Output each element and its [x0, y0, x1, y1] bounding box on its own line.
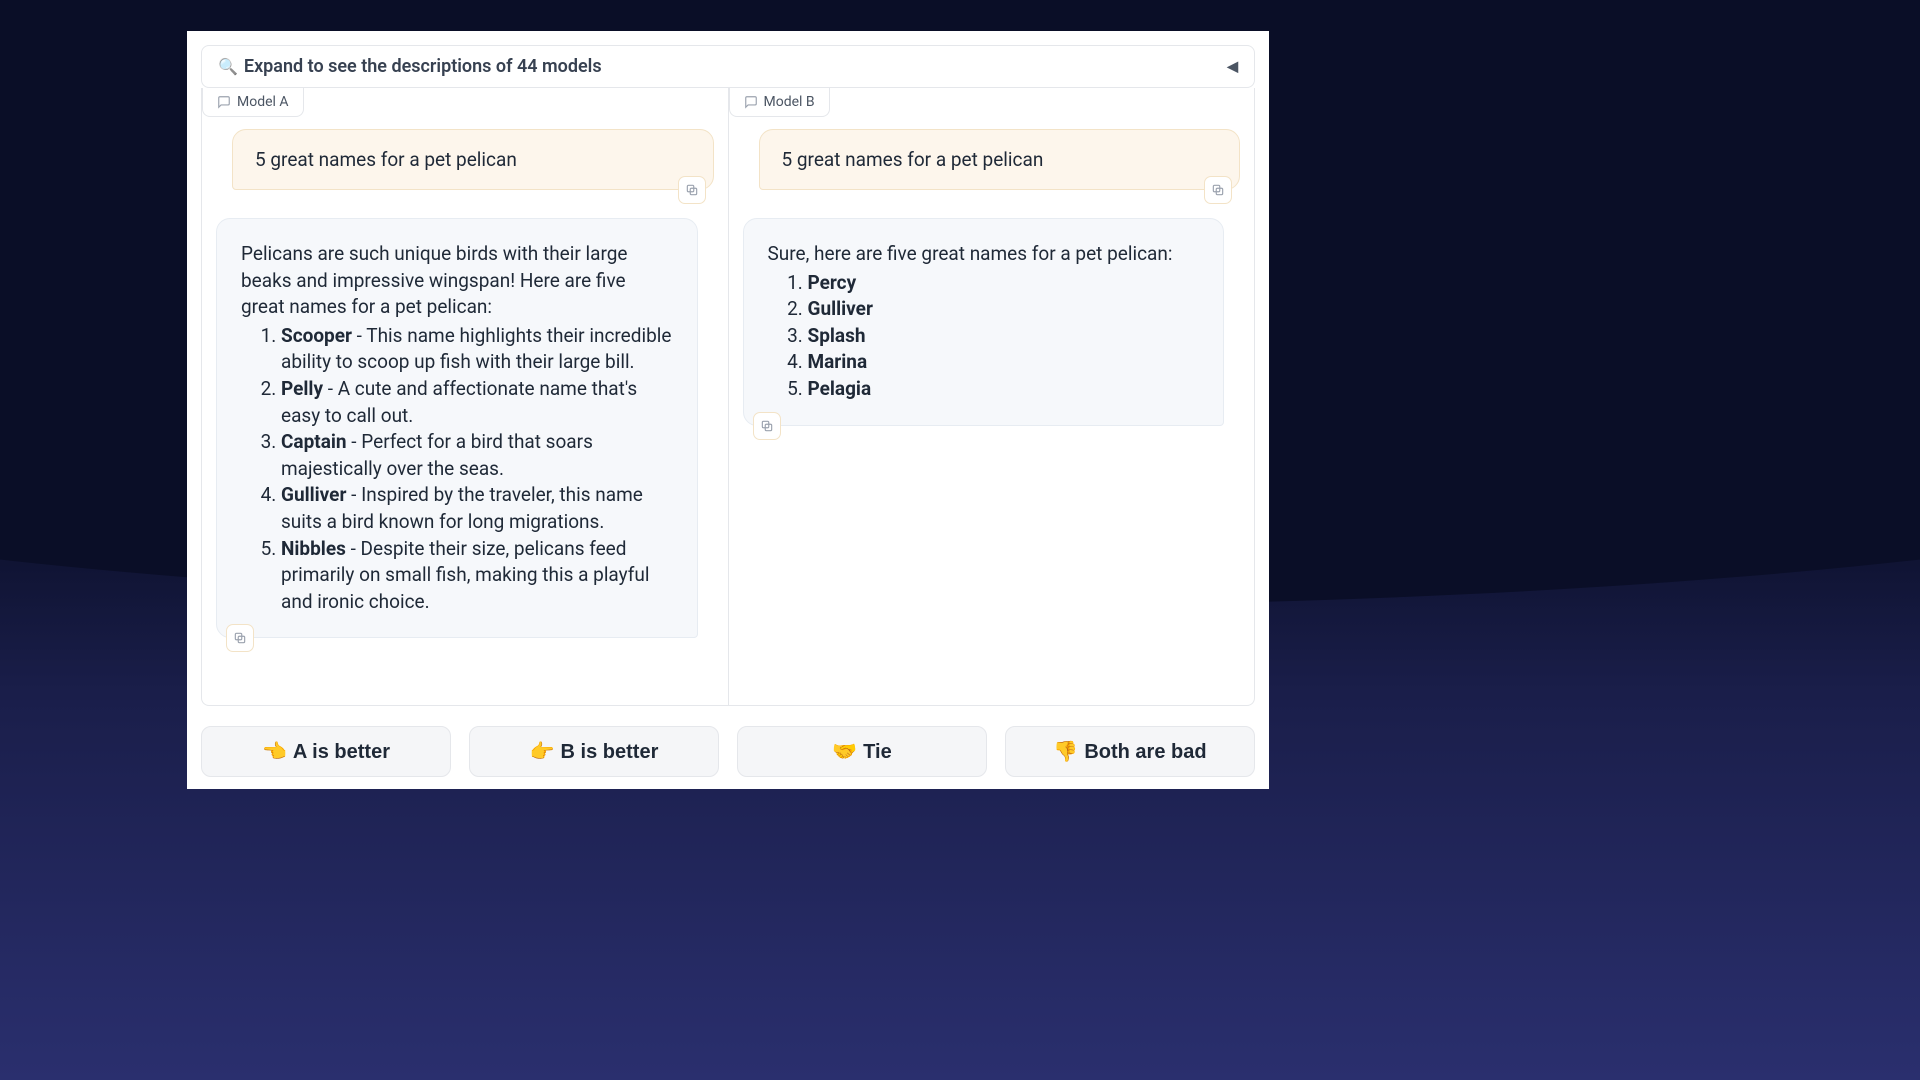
- model-a-label: Model A: [237, 94, 289, 110]
- prompt-a-wrap: 5 great names for a pet pelican: [216, 129, 714, 190]
- copy-prompt-a-button[interactable]: [678, 176, 706, 204]
- list-item: Gulliver - Inspired by the traveler, thi…: [281, 482, 673, 535]
- response-b: Sure, here are five great names for a pe…: [743, 218, 1225, 426]
- response-a-list: Scooper - This name highlights their inc…: [241, 323, 673, 616]
- prompt-b: 5 great names for a pet pelican: [759, 129, 1241, 190]
- copy-icon: [760, 419, 774, 433]
- point-right-icon: 👉: [530, 741, 555, 763]
- chevron-left-icon: ◀: [1227, 59, 1238, 75]
- expand-label: Expand to see the descriptions of 44 mod…: [244, 56, 602, 77]
- response-a-intro: Pelicans are such unique birds with thei…: [241, 241, 673, 321]
- vote-both-bad-button[interactable]: 👎Both are bad: [1005, 726, 1255, 777]
- response-a: Pelicans are such unique birds with thei…: [216, 218, 698, 638]
- compare-area: Model A 5 great names for a pet pelican …: [201, 88, 1255, 706]
- response-b-wrap: Sure, here are five great names for a pe…: [743, 218, 1241, 426]
- arena-panel: 🔍 Expand to see the descriptions of 44 m…: [187, 31, 1269, 789]
- response-b-intro: Sure, here are five great names for a pe…: [768, 241, 1200, 268]
- column-model-b: Model B 5 great names for a pet pelican …: [728, 88, 1255, 705]
- response-a-wrap: Pelicans are such unique birds with thei…: [216, 218, 714, 638]
- prompt-b-wrap: 5 great names for a pet pelican: [743, 129, 1241, 190]
- thumbs-down-icon: 👎: [1053, 741, 1078, 763]
- response-b-list: Percy Gulliver Splash Marina Pelagia: [768, 270, 1200, 403]
- list-item: Splash: [808, 323, 1200, 350]
- list-item: Marina: [808, 349, 1200, 376]
- vote-a-better-button[interactable]: 👈A is better: [201, 726, 451, 777]
- list-item: Percy: [808, 270, 1200, 297]
- copy-response-b-button[interactable]: [753, 412, 781, 440]
- list-item: Pelly - A cute and affectionate name tha…: [281, 376, 673, 429]
- magnify-icon: 🔍: [218, 57, 238, 76]
- vote-b-better-button[interactable]: 👉B is better: [469, 726, 719, 777]
- column-model-a: Model A 5 great names for a pet pelican …: [202, 88, 728, 705]
- list-item: Captain - Perfect for a bird that soars …: [281, 429, 673, 482]
- list-item: Gulliver: [808, 296, 1200, 323]
- list-item: Scooper - This name highlights their inc…: [281, 323, 673, 376]
- chat-icon: [744, 95, 758, 109]
- model-b-tag: Model B: [729, 88, 830, 117]
- model-a-tag: Model A: [202, 88, 304, 117]
- copy-icon: [685, 183, 699, 197]
- copy-icon: [1211, 183, 1225, 197]
- vote-row: 👈A is better 👉B is better 🤝Tie 👎Both are…: [187, 706, 1269, 789]
- list-item: Pelagia: [808, 376, 1200, 403]
- copy-prompt-b-button[interactable]: [1204, 176, 1232, 204]
- expand-models-row[interactable]: 🔍 Expand to see the descriptions of 44 m…: [201, 45, 1255, 88]
- point-left-icon: 👈: [262, 741, 287, 763]
- prompt-a: 5 great names for a pet pelican: [232, 129, 714, 190]
- list-item: Nibbles - Despite their size, pelicans f…: [281, 536, 673, 616]
- vote-tie-button[interactable]: 🤝Tie: [737, 726, 987, 777]
- model-b-label: Model B: [764, 94, 815, 110]
- copy-icon: [233, 631, 247, 645]
- handshake-icon: 🤝: [832, 741, 857, 763]
- copy-response-a-button[interactable]: [226, 624, 254, 652]
- chat-icon: [217, 95, 231, 109]
